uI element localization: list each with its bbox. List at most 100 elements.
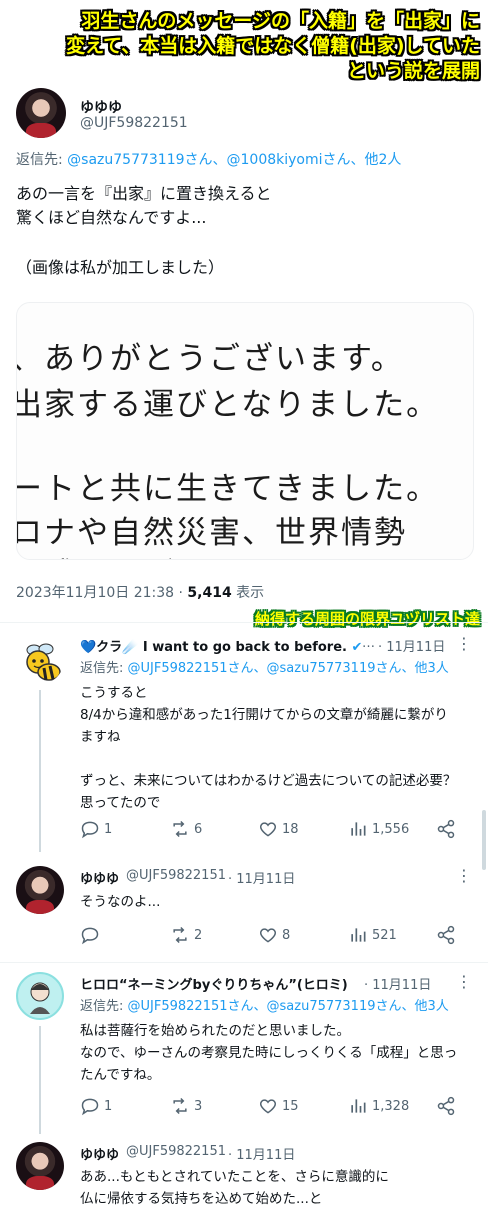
author-handle[interactable]: @UJF59822151 [126, 1144, 226, 1159]
reply-icon [81, 821, 99, 839]
views-button[interactable]: 521 [348, 925, 397, 945]
author-name[interactable]: ゆゆゆ [80, 1144, 119, 1163]
share-icon [437, 1096, 455, 1116]
retweet-button[interactable]: 6 [170, 819, 202, 839]
author-name[interactable]: ゆゆゆ [80, 868, 119, 887]
reply-text: 私は菩薩行を始められたのだと思いました。 なので、ゆーさんの考察見た時にしっくり… [80, 1020, 457, 1086]
views-button[interactable]: 1,328 [348, 1096, 409, 1116]
reply-to: 返信先: @UJF59822151さん、@sazu75773119さん、他3人 [80, 658, 449, 679]
image-text-line: を感じながらも、とても [17, 549, 371, 559]
tweet-image[interactable]: 、ありがとうございます。 出家する運びとなりました。 ートと共に生きてきました。… [16, 302, 474, 560]
image-text-line: ロナや自然災害、世界情勢 [16, 515, 407, 551]
avatar[interactable] [16, 636, 64, 684]
timestamp[interactable]: 2023年11月10日 21:38 [16, 585, 174, 601]
author-handle[interactable]: @UJF59822151 [80, 115, 188, 131]
retweet-count: 2 [194, 927, 203, 943]
reply-count: 1 [104, 1098, 113, 1114]
views-button[interactable]: 1,556 [348, 819, 409, 839]
reply-text-line: 私は菩薩行を始められたのだと思いました。 [80, 1023, 350, 1039]
views-count: 1,328 [372, 1098, 410, 1114]
retweet-count: 3 [194, 1098, 203, 1114]
avatar[interactable] [16, 88, 66, 138]
reply-text-line: ますね [80, 729, 121, 745]
analytics-icon [351, 928, 366, 942]
tweet-text-line-1: あの一言を『出家』に置き換えると [16, 184, 272, 203]
reply-to-link[interactable]: @UJF59822151さん、@sazu75773119さん、他3人 [128, 999, 449, 1014]
reply-prefix: 返信先: [80, 661, 128, 676]
bee-icon [26, 643, 61, 681]
reply-time[interactable]: · 11月11日 [228, 868, 295, 887]
retweet-button[interactable]: 3 [170, 1096, 202, 1116]
reply-text-line: 仏に帰依する気持ちを込めて始めた...と [80, 1191, 323, 1207]
character-icon [30, 982, 50, 1014]
author-name[interactable]: 💙クラ☄️ I want to go back to before. ✔ [80, 636, 362, 655]
verified-badge-icon: ✔ [351, 640, 363, 655]
reply-text-line: ああ...もともとされていたことを、さらに意識的に [80, 1169, 389, 1185]
reply-text-line: なので、ゆーさんの考察見た時にしっくりくる「成程」と思っ [80, 1045, 458, 1061]
heart-icon [259, 822, 277, 837]
reply-text-line: ずっと、未来についてはわかるけど過去についての記述必要？ [80, 773, 457, 789]
views-count: 5,414 [187, 585, 232, 601]
reply-text-line: たんですね。 [80, 1067, 161, 1083]
reply-to: 返信先: @UJF59822151さん、@sazu75773119さん、他3人 [80, 996, 449, 1017]
reply-text: ああ...もともとされていたことを、さらに意識的に 仏に帰依する気持ちを込めて始… [80, 1166, 389, 1210]
reply-to: 返信先: @sazu75773119さん、@1008kiyomiさん、他2人 [16, 150, 401, 171]
like-button[interactable]: 15 [258, 1096, 299, 1116]
heart-icon [259, 1099, 277, 1114]
reply-time[interactable]: · 11月11日 [378, 636, 445, 655]
like-button[interactable]: 8 [258, 925, 290, 945]
avatar[interactable] [16, 866, 64, 914]
reply-text-line: こうすると [80, 685, 148, 701]
meta-sep: · [178, 585, 183, 601]
retweet-count: 6 [194, 821, 203, 837]
caption-line-3: という説を展開 [346, 60, 480, 82]
author-handle[interactable]: @UJF59822151 [126, 868, 226, 883]
reply-icon [81, 927, 99, 945]
reply-text-line: そうなのよ... [80, 894, 161, 910]
reply-icon [81, 1098, 99, 1116]
caption-overlay: 羽生さんのメッセージの「入籍」を「出家」に 変えて、本当は入籍ではなく僧籍(出家… [0, 0, 488, 88]
avatar[interactable] [16, 1142, 64, 1190]
avatar[interactable] [16, 972, 64, 1020]
divider [0, 622, 488, 623]
more-icon[interactable]: ⋮ [456, 634, 473, 653]
author-name[interactable]: ゆゆゆ [80, 97, 122, 117]
reply-prefix: 返信先: [80, 999, 128, 1014]
reply-time[interactable]: · 11月11日 [364, 974, 431, 993]
image-text-line: 出家する運びとなりました。 [16, 387, 440, 423]
share-button[interactable] [436, 925, 456, 945]
thread-line [39, 1026, 41, 1134]
retweet-icon [173, 1097, 187, 1115]
views-count: 1,556 [372, 821, 410, 837]
tweet-text-line-2: 驚くほど自然なんですよ... [16, 208, 207, 227]
reply-text-line [80, 748, 456, 770]
views-label: 表示 [236, 585, 265, 601]
retweet-icon [173, 820, 187, 838]
reply-button[interactable] [80, 925, 100, 945]
like-button[interactable]: 18 [258, 819, 299, 839]
share-button[interactable] [436, 819, 456, 839]
more-icon[interactable]: ⋮ [456, 866, 473, 885]
share-button[interactable] [436, 1096, 456, 1116]
author-name[interactable]: ヒロロ“ネーミングbyぐりりちゃん”(ヒロミ) [80, 974, 348, 993]
reply-button[interactable]: 1 [80, 819, 112, 839]
scrollbar[interactable] [482, 810, 486, 870]
author-name-text: 💙クラ☄️ I want to go back to before. [80, 640, 347, 655]
reply-button[interactable]: 1 [80, 1096, 112, 1116]
reply-to-link[interactable]: @UJF59822151さん、@sazu75773119さん、他3人 [128, 661, 449, 676]
author-handle[interactable]: … [362, 636, 375, 651]
more-icon[interactable]: ⋮ [456, 972, 473, 991]
caption-line-2: 変えて、本当は入籍ではなく僧籍(出家)していた [66, 35, 480, 57]
reply-time[interactable]: · 11月11日 [228, 1144, 295, 1163]
image-text-line: 、ありがとうございます。 [16, 341, 404, 377]
reply-to-link[interactable]: @sazu75773119さん、@1008kiyomiさん、他2人 [67, 152, 401, 168]
reply-text-line: 8/4から違和感があった1行開けてからの文章が綺麗に繋がり [80, 707, 448, 723]
thread-line [39, 690, 41, 852]
reply-text-line: 思ってたので [80, 795, 161, 811]
share-icon [437, 925, 455, 945]
like-count: 18 [282, 821, 299, 837]
retweet-button[interactable]: 2 [170, 925, 202, 945]
reply-prefix: 返信先: [16, 152, 68, 168]
share-icon [437, 819, 455, 839]
image-text-line: ートと共に生きてきました。 [16, 471, 440, 507]
